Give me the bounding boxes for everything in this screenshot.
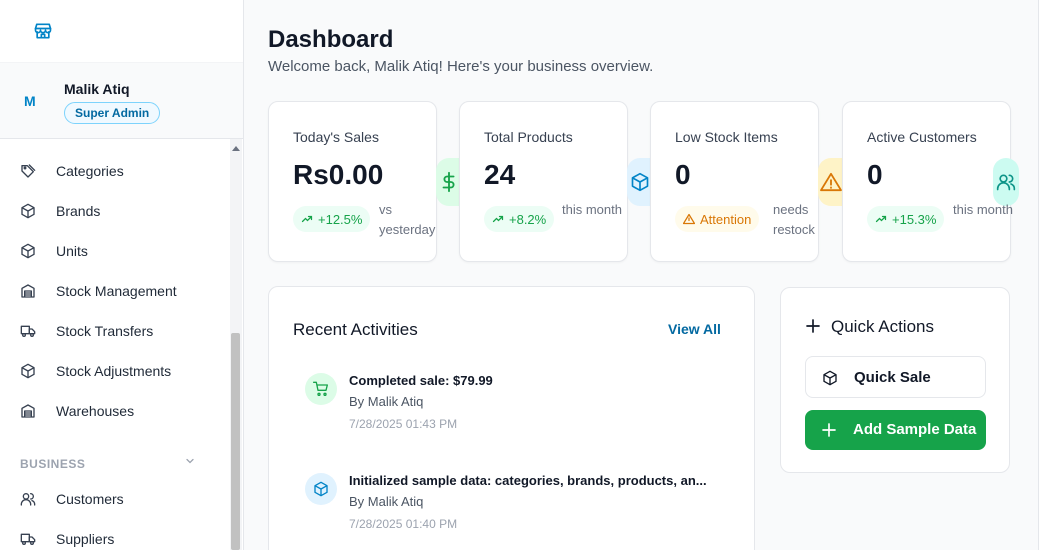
warning-icon [818,158,844,206]
stat-trend-value: +8.2% [509,211,547,227]
stat-note: this month [953,202,1013,217]
sidebar-item-categories[interactable]: Categories [0,151,230,191]
sidebar: M Malik Atiq Super Admin Categories Bran… [0,0,244,550]
activity-author: By Malik Atiq [349,494,424,509]
stat-card-total-products: Total Products 24 +8.2% this month [459,101,653,262]
quick-sale-button[interactable]: Quick Sale [805,356,986,398]
stat-trend-value: +15.3% [892,211,937,227]
cart-icon [305,373,337,405]
box-icon [20,243,36,259]
stat-label: Today's Sales [293,129,379,145]
page-title: Dashboard [268,26,394,53]
users-icon [20,491,36,507]
box-icon [20,363,36,379]
plus-icon [821,422,837,438]
quick-actions-title: Quick Actions [831,317,934,336]
sidebar-item-label: Stock Transfers [56,323,154,339]
sidebar-item-brands[interactable]: Brands [0,191,230,231]
stat-attention-label: Attention [700,211,752,227]
logo[interactable] [0,0,243,62]
stat-card-todays-sales: Today's Sales Rs0.00 +12.5% vs yesterday [268,101,462,262]
role-badge: Super Admin [64,102,161,124]
truck-icon [20,323,36,339]
warehouse-icon [20,283,36,299]
stat-note: vs yesterday [379,202,436,237]
activity-author: By Malik Atiq [349,394,424,409]
stat-attention-badge: Attention [675,206,760,232]
scrollbar-thumb[interactable] [231,333,240,550]
trend-up-icon [301,213,313,225]
activity-time: 7/28/2025 01:43 PM [349,417,458,431]
stat-value: 0 [867,159,883,190]
sidebar-item-label: Customers [56,491,124,507]
sidebar-item-units[interactable]: Units [0,231,230,271]
trend-up-icon [492,213,504,225]
activity-time: 7/28/2025 01:40 PM [349,517,458,531]
recent-activities-panel: Recent Activities View All Completed sal… [268,286,755,550]
profile-name: Malik Atiq [64,81,130,97]
activity-text: Completed sale: $79.99 [349,373,493,388]
users-icon [993,158,1019,206]
view-all-link[interactable]: View All [668,321,721,337]
sidebar-item-customers[interactable]: Customers [0,479,230,519]
sidebar-item-label: Categories [56,163,124,179]
stat-note: needs restock [773,202,815,237]
stat-label: Active Customers [867,129,977,145]
sidebar-item-label: Brands [56,203,101,219]
trend-up-icon [875,213,887,225]
scroll-up-arrow-icon[interactable] [231,144,241,152]
stat-value: 24 [484,159,516,190]
stat-label: Total Products [484,129,573,145]
stat-trend-badge: +12.5% [293,206,371,232]
warehouse-icon [20,403,36,419]
sidebar-item-label: Stock Management [56,283,177,299]
sidebar-item-label: Units [56,243,88,259]
tag-icon [20,163,36,179]
sidebar-item-label: Warehouses [56,403,135,419]
page-subtitle: Welcome back, Malik Atiq! Here's your bu… [268,58,654,75]
avatar: M [24,93,36,109]
quick-actions-panel: Quick Actions Quick Sale Add Sample Data [780,287,1010,473]
sidebar-item-stock-adjustments[interactable]: Stock Adjustments [0,351,230,391]
stat-label: Low Stock Items [675,129,778,145]
stat-trend-badge: +15.3% [867,206,945,232]
sidebar-item-label: Stock Adjustments [56,363,172,379]
truck-icon [20,531,36,547]
stat-value: Rs0.00 [293,159,384,190]
main-content: Dashboard Welcome back, Malik Atiq! Here… [244,0,1038,550]
stat-trend-value: +12.5% [318,211,363,227]
activity-text: Initialized sample data: categories, bra… [349,473,707,488]
warning-icon [683,213,695,225]
stat-card-low-stock: Low Stock Items 0 Attention needs restoc… [650,101,844,262]
stat-card-active-customers: Active Customers 0 +15.3% this month [842,101,1019,262]
sidebar-item-stock-management[interactable]: Stock Management [0,271,230,311]
sidebar-item-warehouses[interactable]: Warehouses [0,391,230,431]
add-sample-data-label: Add Sample Data [853,421,977,438]
store-icon [33,21,53,41]
stat-note: this month [562,202,622,217]
sidebar-nav: Categories Brands Units Stock Management… [0,139,230,550]
package-icon [822,370,838,386]
quick-sale-label: Quick Sale [854,368,931,386]
package-icon [305,473,337,505]
box-icon [20,203,36,219]
recent-activities-title: Recent Activities [293,320,418,339]
sidebar-item-label: Suppliers [56,531,115,547]
add-sample-data-button[interactable]: Add Sample Data [805,410,986,450]
page-scrollbar[interactable] [1038,0,1050,550]
stat-value: 0 [675,159,691,190]
user-profile[interactable]: M Malik Atiq Super Admin [0,62,243,139]
nav-section-business[interactable]: BUSINESS [20,457,85,471]
sidebar-item-stock-transfers[interactable]: Stock Transfers [0,311,230,351]
chevron-down-icon[interactable] [184,455,196,467]
sidebar-item-suppliers[interactable]: Suppliers [0,519,230,550]
plus-icon [805,318,821,334]
stat-trend-badge: +8.2% [484,206,555,232]
